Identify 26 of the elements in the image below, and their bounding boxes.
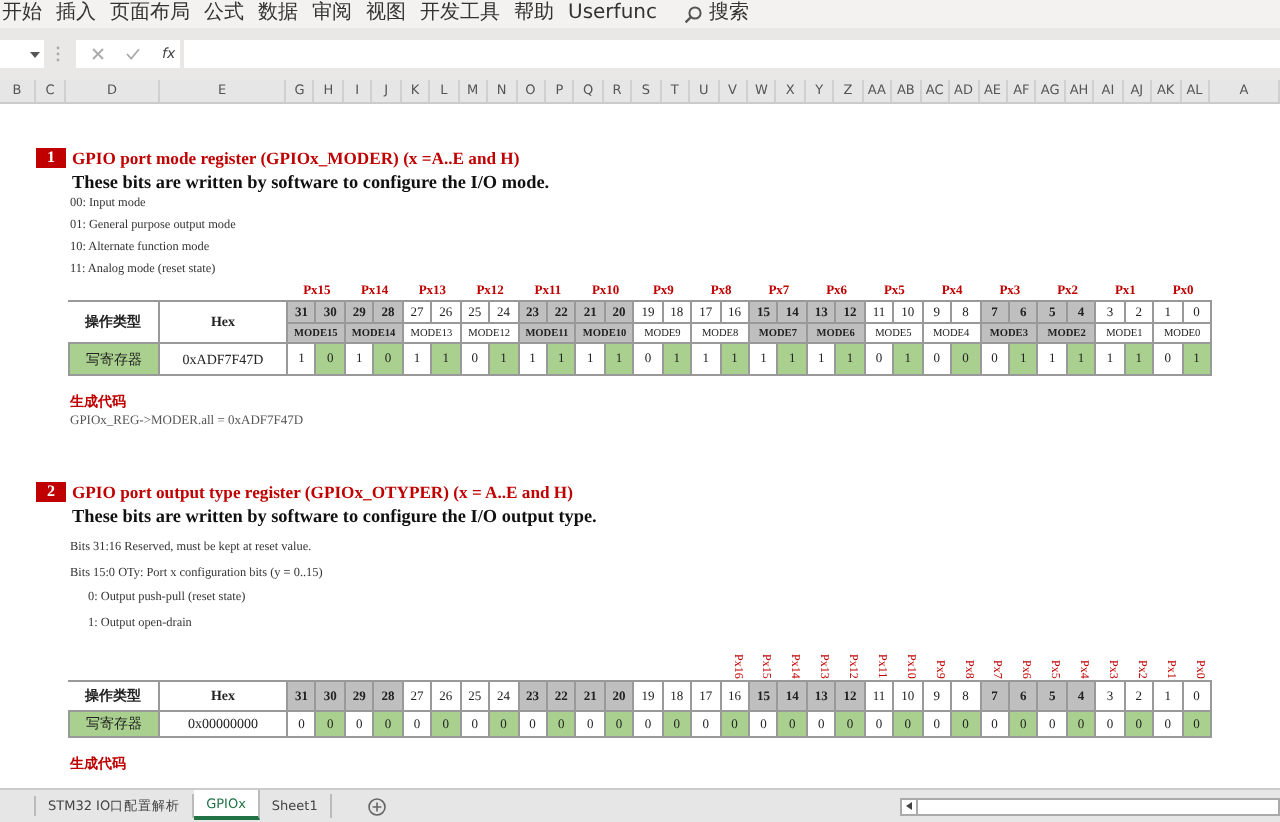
caret-icon (30, 51, 40, 57)
ribbon-tab[interactable]: 页面布局 (110, 2, 190, 26)
section-number: 2 (36, 481, 66, 501)
ribbon-tab[interactable]: 开发工具 (420, 2, 500, 26)
horizontal-scrollbar[interactable] (918, 797, 1280, 815)
section-number: 1 (36, 147, 66, 167)
formula-input[interactable] (184, 40, 1280, 68)
ribbon-tab[interactable]: 视图 (366, 2, 406, 26)
ribbon-tab[interactable]: 审阅 (312, 2, 352, 26)
section-subtitle: These bits are written by software to configure the I/O output type. (72, 506, 599, 526)
triangle-left-icon (906, 802, 912, 810)
section-title: GPIO port mode register (GPIOx_MODER) (x =A..E and H) (72, 147, 520, 167)
ribbon-tab[interactable]: Userfunc (568, 2, 657, 26)
ribbon-tab[interactable]: 数据 (258, 2, 298, 26)
ribbon-tab[interactable]: 插入 (56, 2, 96, 26)
name-box[interactable] (0, 40, 44, 68)
ribbon-tab[interactable]: 公式 (204, 2, 244, 26)
add-sheet-icon[interactable] (367, 797, 386, 815)
section-title: GPIO port output type register (GPIOx_OTYPER) (x = A..E and H) (72, 481, 573, 501)
ribbon-tab[interactable]: 帮助 (514, 2, 554, 26)
check-icon[interactable] (126, 48, 140, 60)
ribbon-tab[interactable]: 开始 (2, 2, 42, 26)
section-subtitle: These bits are written by software to configure the I/O mode. (72, 172, 552, 192)
scroll-left-button[interactable] (900, 797, 918, 815)
search-label[interactable]: 搜索 (709, 2, 749, 26)
search-icon[interactable] (683, 5, 701, 23)
